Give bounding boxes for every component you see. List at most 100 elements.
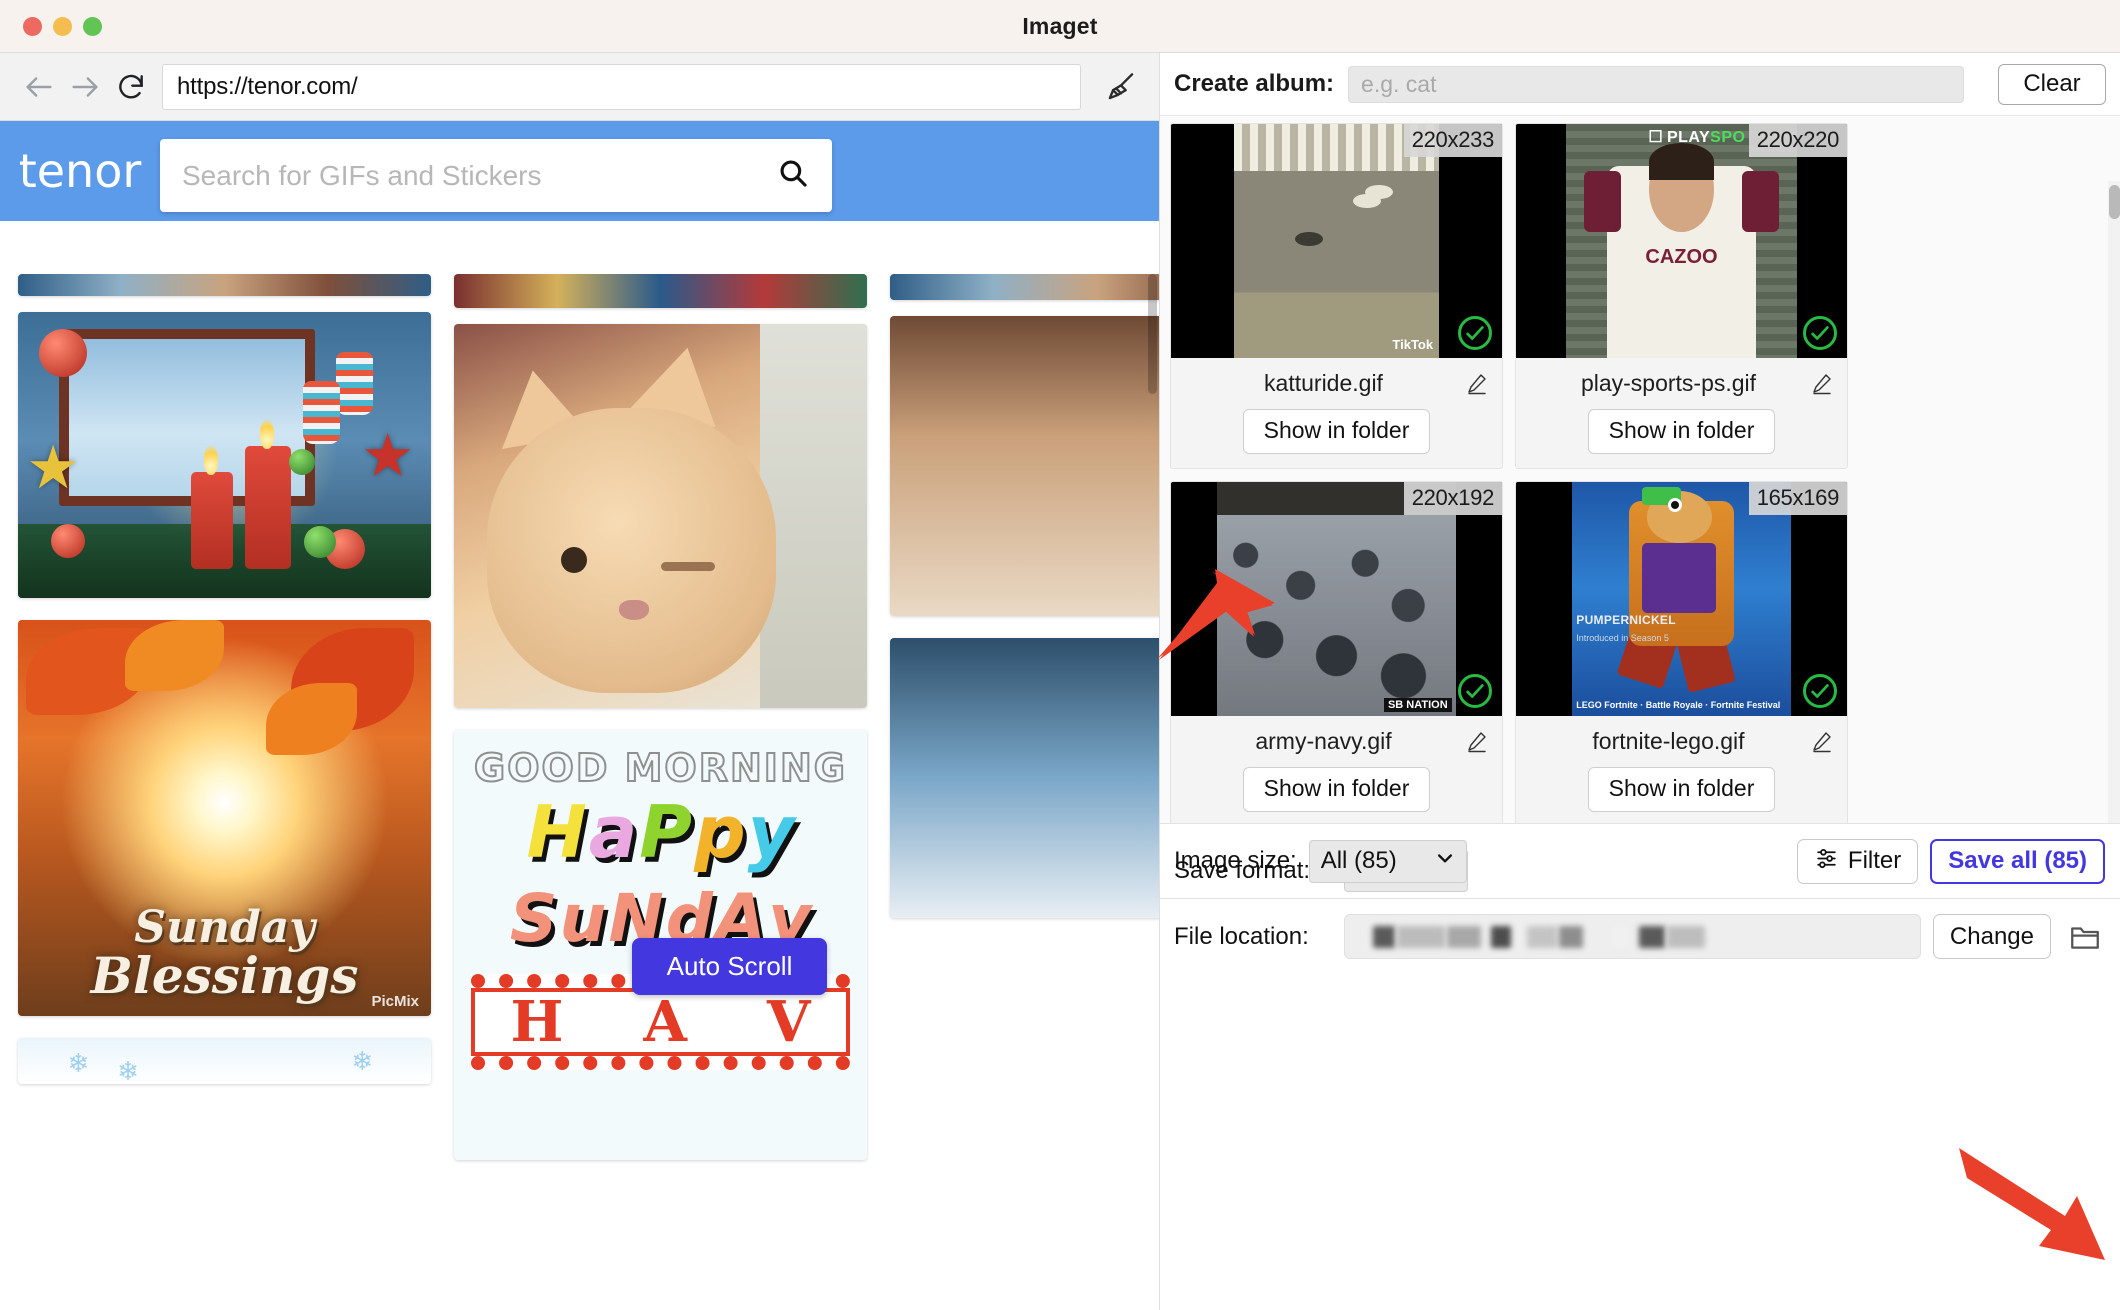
image-grid: TikTok 220x233 katturide.gif Show in fol…: [1170, 123, 2111, 823]
file-location-row: File location: Change: [1160, 914, 2120, 959]
gif-card[interactable]: [18, 274, 431, 296]
back-icon[interactable]: [16, 64, 62, 110]
gif-card-christmas[interactable]: ★ ★: [18, 312, 431, 598]
jersey-text: CAZOO: [1645, 245, 1718, 268]
clear-button[interactable]: Clear: [1998, 63, 2106, 105]
image-name-row: fortnite-lego.gif: [1516, 716, 1847, 757]
image-size-row: Image size: All (85) Filter Save all (85…: [1160, 823, 2120, 899]
forward-icon[interactable]: [62, 64, 108, 110]
dimension-badge: 220x192: [1403, 482, 1502, 515]
image-card-fortnite-lego[interactable]: PUMPERNICKEL Introduced in Season 5 LEGO…: [1515, 481, 1848, 823]
masonry-column-3: [890, 274, 1159, 940]
search-icon[interactable]: [776, 156, 810, 195]
imaget-panel: Create album: e.g. cat Clear TikTok 220x…: [1159, 53, 2120, 1310]
image-name-row: army-navy.gif: [1171, 716, 1502, 757]
lego-watermark: PUMPERNICKEL: [1576, 613, 1676, 628]
gif-card[interactable]: [890, 638, 1159, 918]
file-location-input[interactable]: [1344, 914, 1921, 959]
masonry-column-2: GOOD MORNING HaPpy SuNdAy H A V: [454, 274, 867, 1182]
gif-card-snow[interactable]: ❄ ❄ ❄: [18, 1038, 431, 1084]
tenor-header: tenor Search for GIFs and Stickers: [0, 121, 1159, 221]
file-location-label: File location:: [1174, 922, 1309, 950]
image-size-select[interactable]: All (85): [1308, 839, 1467, 883]
search-placeholder: Search for GIFs and Stickers: [182, 159, 542, 191]
image-thumbnail[interactable]: PUMPERNICKEL Introduced in Season 5 LEGO…: [1516, 482, 1847, 716]
save-all-button[interactable]: Save all (85): [1930, 838, 2105, 884]
grid-scrollbar-track[interactable]: [2108, 181, 2120, 823]
image-size-value: All (85): [1320, 847, 1397, 874]
pencil-icon[interactable]: [1464, 730, 1490, 754]
lego-subtext: Introduced in Season 5: [1576, 632, 1669, 643]
image-card-katturide[interactable]: TikTok 220x233 katturide.gif Show in fol…: [1170, 123, 1503, 469]
show-in-folder-button[interactable]: Show in folder: [1242, 409, 1431, 454]
check-circle-icon[interactable]: [1803, 316, 1837, 350]
gif-thumbnail-snow: ❄ ❄ ❄: [18, 1038, 431, 1084]
gif-text-line1: GOOD MORNING: [473, 745, 847, 791]
browser-toolbar: https://tenor.com/: [0, 53, 1159, 121]
url-input[interactable]: https://tenor.com/: [162, 63, 1081, 110]
title-bar: Imaget: [0, 0, 2120, 53]
reload-icon[interactable]: [108, 64, 154, 110]
auto-scroll-button[interactable]: Auto Scroll: [632, 938, 827, 995]
show-in-folder-button[interactable]: Show in folder: [1242, 767, 1431, 812]
gif-card-winking-cat[interactable]: [454, 324, 867, 708]
filter-button[interactable]: Filter: [1796, 838, 1919, 884]
gif-card-sunday-blessings[interactable]: Sunday Blessings PicMix: [18, 620, 431, 1016]
arrow-to-show-in-folder: [1157, 569, 1275, 660]
tiktok-watermark: TikTok: [1392, 337, 1434, 352]
create-album-row: Create album: e.g. cat Clear: [1160, 53, 2120, 116]
image-name-row: play-sports-ps.gif: [1516, 358, 1847, 399]
gif-text-happy: HaPpy: [526, 790, 795, 874]
lego-tags: LEGO Fortnite · Battle Royale · Fortnite…: [1576, 700, 1781, 710]
url-text: https://tenor.com/: [177, 72, 358, 100]
image-filename: play-sports-ps.gif: [1580, 370, 1757, 396]
pencil-icon[interactable]: [1809, 730, 1835, 754]
dimension-badge: 165x169: [1748, 482, 1847, 515]
check-circle-icon[interactable]: [1458, 674, 1492, 708]
pencil-icon[interactable]: [1809, 372, 1835, 396]
create-album-label: Create album:: [1174, 70, 1335, 97]
image-thumbnail[interactable]: TikTok 220x233: [1171, 124, 1502, 358]
gif-thumbnail-winking-cat: [454, 324, 867, 708]
gif-card[interactable]: [890, 316, 1159, 616]
search-input[interactable]: Search for GIFs and Stickers: [160, 139, 832, 212]
sbnation-watermark: SB NATION: [1383, 698, 1452, 712]
image-size-label: Image size:: [1174, 847, 1297, 874]
app-window: Imaget https://tenor.com/ tenor Search f…: [0, 0, 2120, 1310]
downloaded-images-grid: TikTok 220x233 katturide.gif Show in fol…: [1160, 117, 2120, 823]
show-in-folder-row: Show in folder: [1516, 399, 1847, 468]
folder-icon[interactable]: [2065, 920, 2105, 954]
check-circle-icon[interactable]: [1458, 316, 1492, 350]
gif-thumbnail-sunday-blessings: Sunday Blessings PicMix: [18, 620, 431, 1016]
image-thumbnail[interactable]: CAZOO ☐ PLAYSPO 220x220: [1516, 124, 1847, 358]
window-title: Imaget: [1022, 12, 1098, 39]
image-filename: army-navy.gif: [1255, 728, 1392, 754]
gif-thumbnail: [18, 274, 431, 296]
gif-thumbnail: [890, 316, 1159, 616]
gif-card[interactable]: [454, 274, 867, 308]
browser-pane: https://tenor.com/ tenor Search for GIFs…: [0, 53, 1159, 1310]
pencil-icon[interactable]: [1464, 372, 1490, 396]
show-in-folder-row: Show in folder: [1171, 757, 1502, 823]
page-scrollbar-thumb[interactable]: [1148, 274, 1157, 394]
sliders-icon: [1814, 845, 1839, 877]
gif-card[interactable]: [890, 274, 1159, 300]
image-card-play-sports-ps[interactable]: CAZOO ☐ PLAYSPO 220x220 play-sports-ps.g…: [1515, 123, 1848, 469]
gif-thumbnail: [890, 274, 1159, 300]
broom-icon[interactable]: [1093, 68, 1149, 106]
gif-text: Sunday Blessings: [90, 901, 359, 1005]
check-circle-icon[interactable]: [1803, 674, 1837, 708]
picmix-watermark: PicMix: [371, 993, 419, 1010]
show-in-folder-button[interactable]: Show in folder: [1587, 767, 1776, 812]
change-location-button[interactable]: Change: [1932, 914, 2051, 959]
show-in-folder-button[interactable]: Show in folder: [1587, 409, 1776, 454]
tenor-logo[interactable]: tenor: [0, 144, 160, 198]
gif-masonry: ★ ★ Sunday Blessings PicMix ❄ ❄ ❄ GOOD M…: [0, 274, 1159, 1310]
chevron-down-icon: [1435, 847, 1455, 875]
dimension-badge: 220x233: [1403, 124, 1502, 157]
grid-scrollbar-thumb[interactable]: [2109, 185, 2120, 219]
create-album-input[interactable]: e.g. cat: [1348, 65, 1965, 103]
masonry-column-1: ★ ★ Sunday Blessings PicMix ❄ ❄ ❄: [18, 274, 431, 1106]
show-in-folder-row: Show in folder: [1171, 399, 1502, 468]
gif-thumbnail: [890, 638, 1159, 918]
